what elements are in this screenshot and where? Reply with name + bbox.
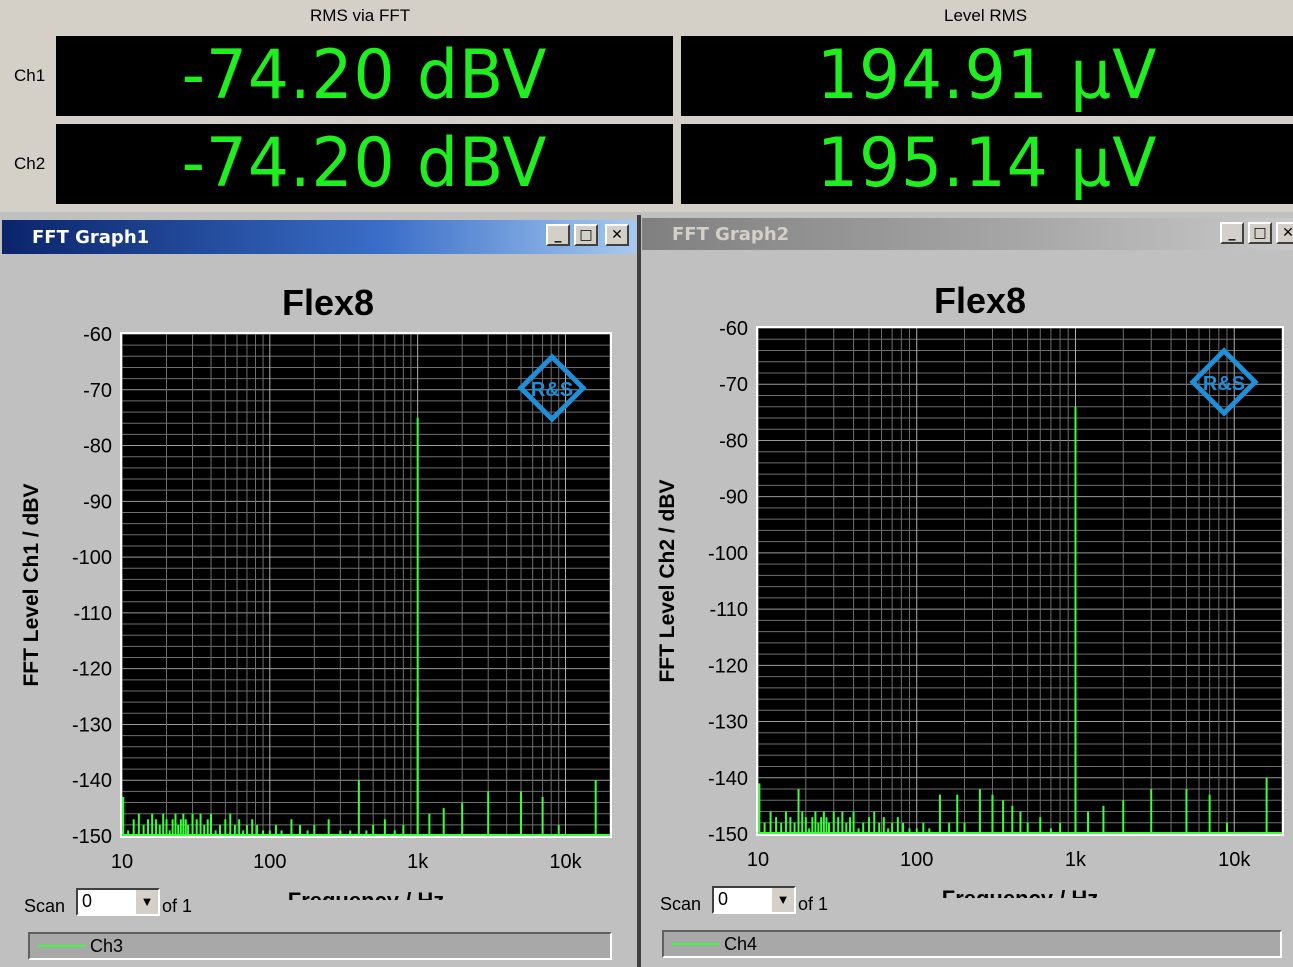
channel-label-ch2: Ch2	[14, 154, 46, 173]
y-tick-label: -70	[83, 380, 112, 402]
window-divider	[637, 215, 641, 967]
x-tick-label: 1k	[407, 851, 429, 873]
y-tick-label: -110	[709, 599, 748, 621]
rms-fft-value-ch2[interactable]: -74.20 dBV	[56, 124, 673, 204]
scan-select[interactable]: 0 ▼	[712, 886, 796, 914]
x-tick-label: 10	[747, 849, 769, 871]
x-tick-label: 100	[900, 849, 933, 871]
numeric-display-panel: RMS via FFT Level RMS Ch1 -74.20 dBV 194…	[0, 0, 1293, 212]
y-tick-label: -140	[72, 770, 112, 792]
level-rms-value-ch2-text: 195.14 µV	[816, 124, 1158, 203]
legend-line-icon	[38, 945, 86, 947]
y-tick-label: -90	[83, 491, 112, 513]
fft-graph2-window[interactable]: FFT Graph2 _ □ ✕ Flex8 -60 -70 -80 -90 -100-…	[642, 218, 1293, 967]
y-tick-label: -70	[719, 374, 748, 396]
fft-chart-2[interactable]: -60 -70 -80 -90 -100 -110 -120 -130 -140 -150 10 10…	[642, 218, 1293, 898]
level-rms-value-ch2[interactable]: 195.14 µV	[681, 124, 1293, 204]
rms-fft-value-ch1[interactable]: -74.20 dBV	[56, 36, 673, 116]
rs-logo-text: R&S	[531, 379, 573, 401]
level-rms-header: Level RMS	[944, 6, 1028, 25]
y-axis-label: FFT Level Ch2 / dBV	[656, 479, 679, 682]
y-tick-label: -60	[83, 324, 112, 346]
y-tick-label: -100	[708, 543, 748, 565]
y-tick-label: -150	[72, 826, 112, 848]
y-axis-label: FFT Level Ch1 / dBV	[20, 483, 43, 686]
y-tick-label: -80	[719, 430, 748, 452]
scan-select-value: 0	[718, 889, 729, 909]
dropdown-arrow-icon[interactable]: ▼	[134, 890, 158, 914]
dropdown-arrow-icon[interactable]: ▼	[770, 888, 794, 912]
plot-area	[122, 334, 610, 836]
y-tick-label: -110	[73, 603, 112, 625]
x-tick-label: 100	[253, 851, 286, 873]
y-tick-label: -80	[83, 436, 112, 458]
x-tick-label: 10k	[1218, 849, 1251, 871]
fft-chart-1[interactable]: -60 -70 -80 -90 -100 -110 -120 -130 -140 -150 10 10…	[2, 220, 636, 900]
y-tick-label: -120	[72, 659, 112, 681]
plot-area	[758, 328, 1282, 834]
y-tick-label: -150	[708, 824, 748, 846]
scan-select[interactable]: 0 ▼	[76, 888, 160, 916]
level-rms-value-ch1-text: 194.91 µV	[816, 36, 1158, 115]
y-tick-label: -100	[72, 547, 112, 569]
scan-of-label: of 1	[162, 896, 193, 916]
y-tick-label: -130	[72, 714, 112, 736]
channel-label-ch1: Ch1	[14, 66, 46, 85]
rs-logo-text: R&S	[1203, 373, 1245, 395]
scan-label: Scan	[660, 894, 702, 914]
legend-line-icon	[672, 943, 720, 945]
fft-graph1-window[interactable]: FFT Graph1 _ □ ✕ Flex8 -60 -70 -80 -90 -100-…	[2, 220, 636, 967]
x-axis-label: Frequency / Hz	[942, 886, 1098, 898]
legend-bar[interactable]: Ch4	[662, 930, 1282, 958]
y-tick-label: -130	[708, 712, 748, 734]
legend-bar[interactable]: Ch3	[28, 932, 612, 960]
x-tick-label: 1k	[1065, 849, 1087, 871]
x-tick-label: 10	[111, 851, 133, 873]
scan-of-label: of 1	[798, 894, 829, 914]
scan-label: Scan	[24, 896, 66, 916]
y-tick-label: -60	[719, 318, 748, 340]
level-rms-value-ch1[interactable]: 194.91 µV	[681, 36, 1293, 116]
rms-fft-header: RMS via FFT	[310, 6, 411, 25]
x-axis-label: Frequency / Hz	[288, 888, 444, 900]
legend-label: Ch4	[724, 933, 758, 954]
scan-select-value: 0	[82, 891, 93, 911]
x-tick-label: 10k	[549, 851, 582, 873]
legend-label: Ch3	[90, 935, 124, 956]
rms-fft-value-ch1-text: -74.20 dBV	[181, 36, 548, 115]
y-tick-label: -90	[719, 487, 748, 509]
y-tick-label: -140	[708, 768, 748, 790]
rms-fft-value-ch2-text: -74.20 dBV	[181, 124, 548, 203]
y-tick-label: -120	[708, 655, 748, 677]
